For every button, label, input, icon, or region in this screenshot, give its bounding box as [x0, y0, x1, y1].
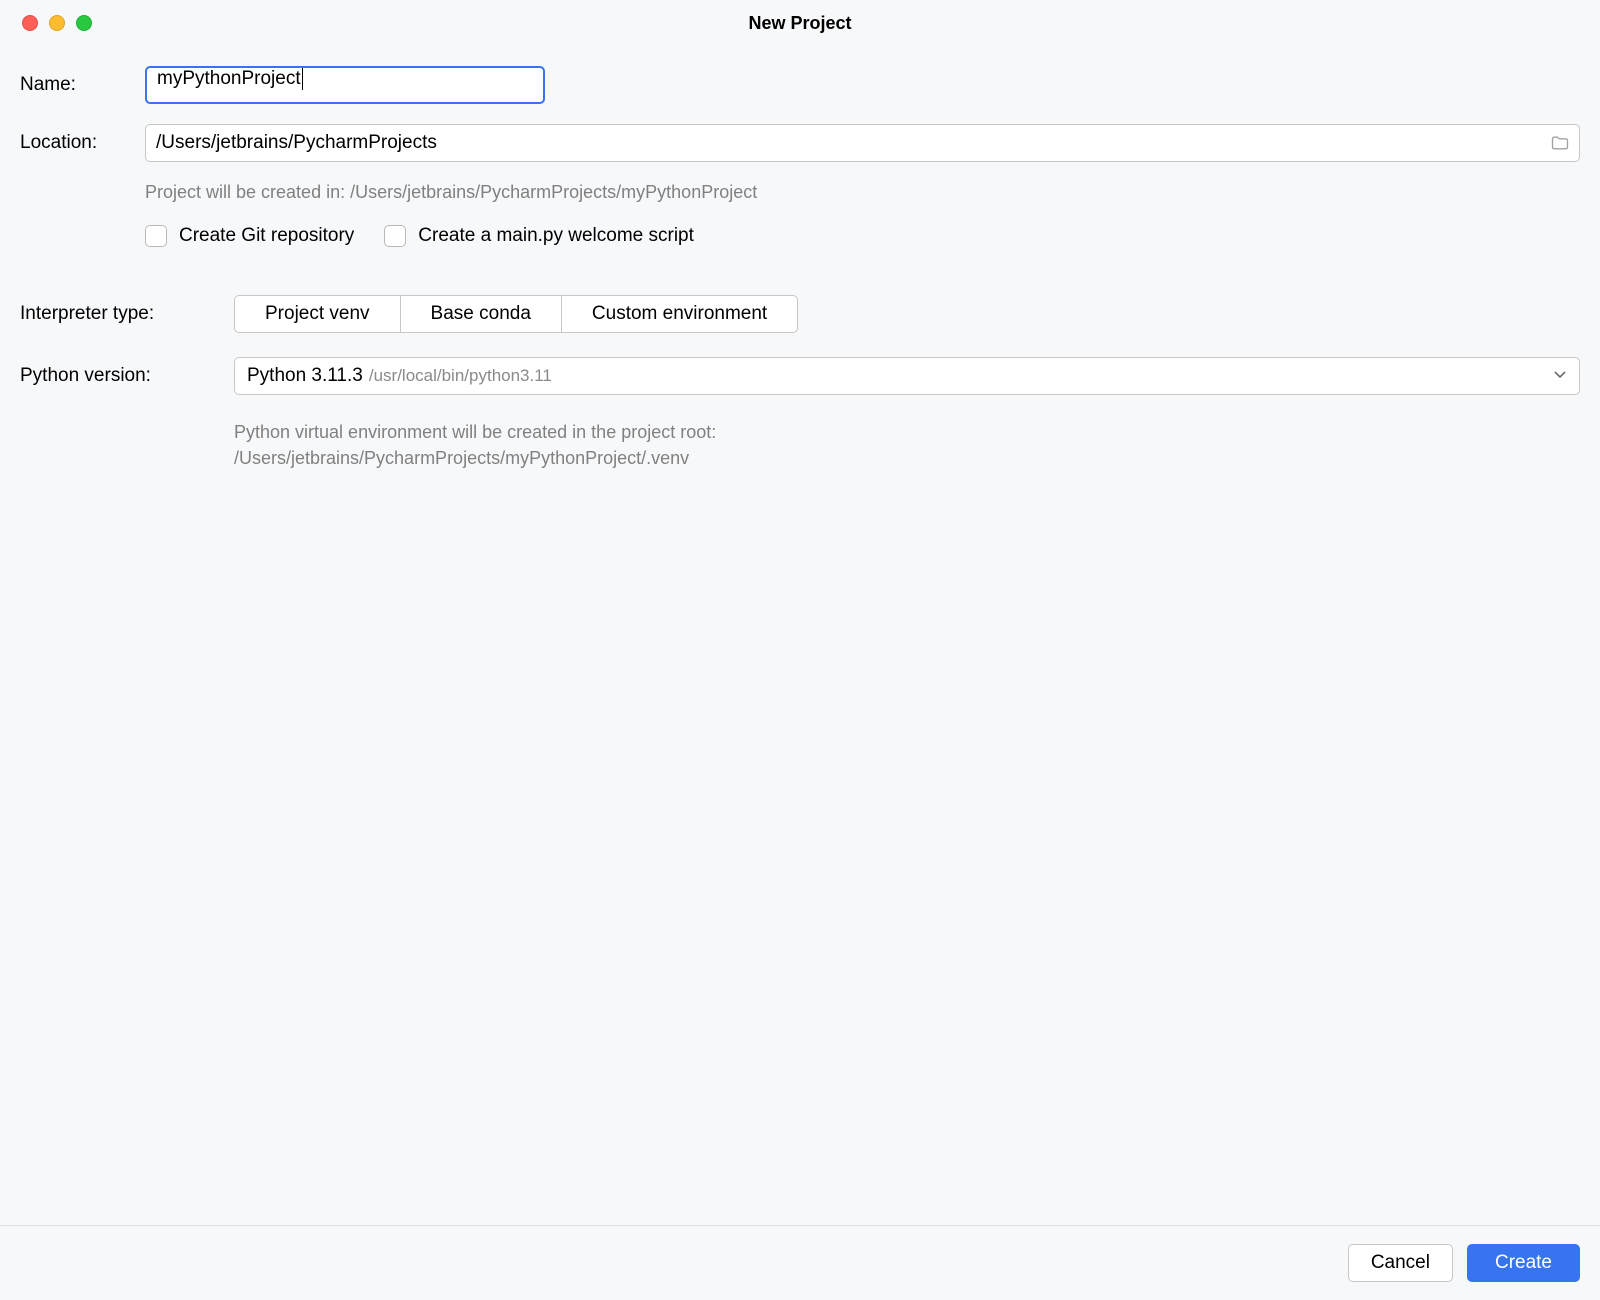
zoom-icon[interactable]: [76, 15, 92, 31]
segment-custom-env[interactable]: Custom environment: [562, 296, 797, 332]
checkbox-unchecked-icon: [384, 225, 406, 247]
name-label: Name:: [20, 74, 145, 96]
segment-base-conda[interactable]: Base conda: [401, 296, 562, 332]
new-project-dialog: New Project Name: myPythonProject Locati…: [0, 0, 1600, 1300]
text-cursor: [302, 68, 303, 90]
python-version-path: /usr/local/bin/python3.11: [369, 366, 552, 386]
python-version-value: Python 3.11.3: [247, 365, 363, 387]
window-controls: [0, 15, 92, 31]
checkbox-unchecked-icon: [145, 225, 167, 247]
create-button[interactable]: Create: [1467, 1244, 1580, 1282]
close-icon[interactable]: [22, 15, 38, 31]
interpreter-type-segmented: Project venv Base conda Custom environme…: [234, 295, 798, 333]
venv-hint-line1: Python virtual environment will be creat…: [234, 419, 1580, 445]
chevron-down-icon: [1553, 367, 1567, 385]
titlebar: New Project: [0, 0, 1600, 46]
location-row: Location:: [20, 124, 1580, 162]
mainpy-checkbox-label: Create a main.py welcome script: [418, 225, 694, 247]
name-row: Name: myPythonProject: [20, 66, 1580, 104]
python-version-label: Python version:: [20, 365, 234, 387]
checkbox-row: Create Git repository Create a main.py w…: [145, 225, 1580, 247]
git-checkbox[interactable]: Create Git repository: [145, 225, 354, 247]
name-input-value: myPythonProject: [157, 68, 301, 89]
location-input[interactable]: [145, 124, 1580, 162]
cancel-button[interactable]: Cancel: [1348, 1244, 1453, 1282]
minimize-icon[interactable]: [49, 15, 65, 31]
python-version-row: Python version: Python 3.11.3 /usr/local…: [20, 357, 1580, 395]
interpreter-type-row: Interpreter type: Project venv Base cond…: [20, 295, 1580, 333]
dialog-footer: Cancel Create: [0, 1225, 1600, 1300]
folder-icon: [1550, 133, 1570, 153]
browse-folder-button[interactable]: [1548, 131, 1572, 155]
git-checkbox-label: Create Git repository: [179, 225, 354, 247]
python-version-dropdown[interactable]: Python 3.11.3 /usr/local/bin/python3.11: [234, 357, 1580, 395]
venv-hint: Python virtual environment will be creat…: [234, 419, 1580, 471]
window-title: New Project: [0, 13, 1600, 34]
segment-project-venv[interactable]: Project venv: [235, 296, 401, 332]
dialog-content: Name: myPythonProject Location: Project …: [0, 46, 1600, 1225]
location-input-wrapper: [145, 124, 1580, 162]
interpreter-type-label: Interpreter type:: [20, 303, 234, 325]
venv-hint-line2: /Users/jetbrains/PycharmProjects/myPytho…: [234, 445, 1580, 471]
location-label: Location:: [20, 132, 145, 154]
project-path-hint: Project will be created in: /Users/jetbr…: [145, 182, 1580, 203]
name-input[interactable]: myPythonProject: [145, 66, 545, 104]
mainpy-checkbox[interactable]: Create a main.py welcome script: [384, 225, 694, 247]
